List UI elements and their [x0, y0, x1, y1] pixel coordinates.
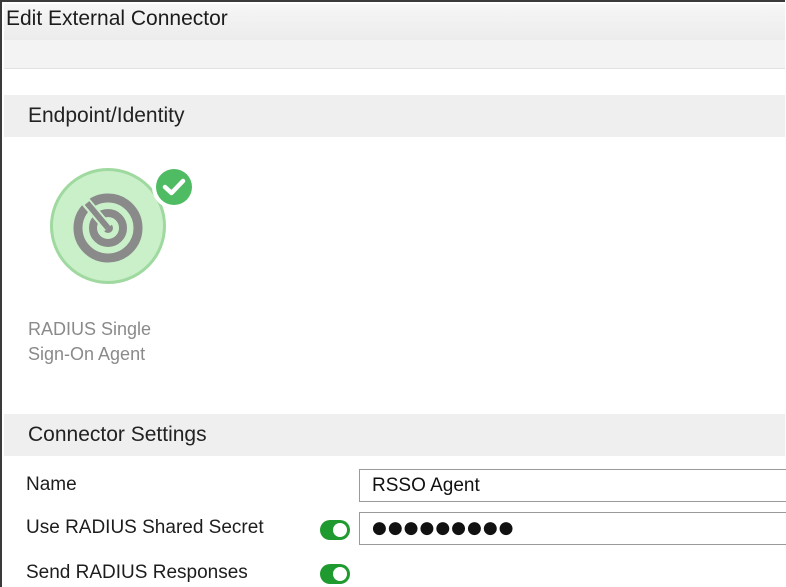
section-header-connector-settings: Connector Settings [4, 414, 785, 456]
toggle-knob [333, 567, 347, 581]
connector-label-line-2: Sign-On Agent [28, 344, 146, 364]
shared-secret-toggle[interactable] [320, 520, 350, 540]
dialog-title: Edit External Connector [4, 4, 785, 40]
selected-check-badge [152, 165, 196, 209]
title-spacer [4, 40, 785, 69]
connector-label-line-1: RADIUS Single [28, 319, 152, 339]
check-icon [162, 178, 186, 196]
radar-icon [73, 193, 143, 263]
name-input[interactable]: RSSO Agent [359, 469, 786, 502]
dialog-frame: Edit External Connector Endpoint/Identit… [0, 0, 786, 587]
connector-tile-label: RADIUS Single Sign-On Agent [28, 317, 208, 367]
connector-tile-circle [50, 168, 166, 284]
section-header-endpoint-identity: Endpoint/Identity [4, 95, 785, 137]
send-responses-label: Send RADIUS Responses [26, 562, 248, 583]
shared-secret-input[interactable]: ●●●●●●●●● [359, 512, 786, 545]
name-label: Name [26, 474, 77, 495]
connector-tile-radius-sso[interactable]: RADIUS Single Sign-On Agent [26, 162, 206, 377]
shared-secret-label: Use RADIUS Shared Secret [26, 517, 264, 538]
toggle-knob [333, 523, 347, 537]
send-responses-toggle[interactable] [320, 564, 350, 584]
